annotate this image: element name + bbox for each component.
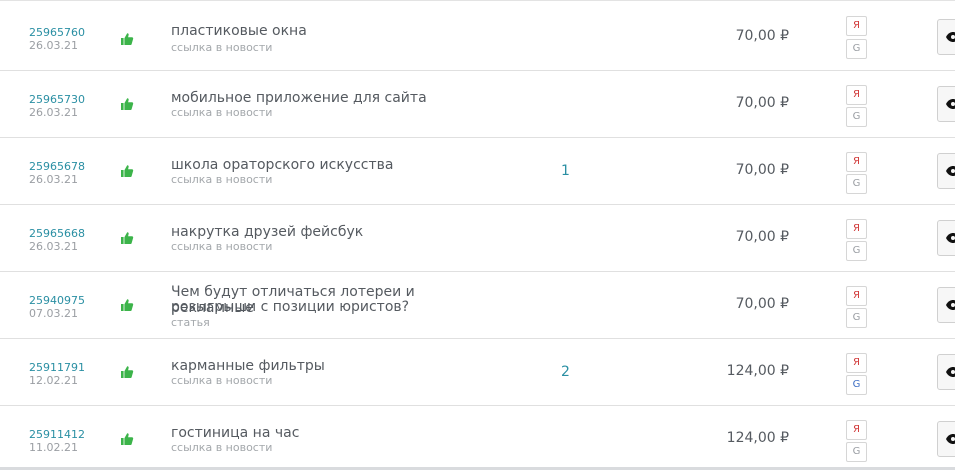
google-index-button[interactable]: G — [846, 241, 867, 261]
order-id-link[interactable]: 25965668 — [29, 227, 85, 240]
thumbs-up-icon — [120, 365, 134, 379]
table-row: 25940975 07.03.21 Чем будут отличаться л… — [0, 272, 955, 339]
view-button[interactable] — [937, 421, 955, 457]
order-date: 11.02.21 — [29, 441, 78, 454]
table-row: 25965730 26.03.21 мобильное приложение д… — [0, 71, 955, 138]
yandex-index-button[interactable]: Я — [846, 152, 867, 172]
order-date: 12.02.21 — [29, 374, 78, 387]
order-price: 70,00 ₽ — [735, 229, 789, 245]
google-index-button[interactable]: G — [846, 375, 867, 395]
order-title: мобильное приложение для сайта — [171, 90, 427, 106]
google-index-button[interactable]: G — [846, 308, 867, 328]
order-type: ссылка в новости — [171, 240, 273, 253]
table-row: 25965760 26.03.21 пластиковые окна ссылк… — [0, 4, 955, 71]
order-type: ссылка в новости — [171, 441, 273, 454]
order-price: 70,00 ₽ — [735, 28, 789, 44]
order-price: 124,00 ₽ — [726, 430, 789, 446]
order-date: 26.03.21 — [29, 240, 78, 253]
eye-icon — [946, 166, 955, 176]
yandex-index-button[interactable]: Я — [846, 286, 867, 306]
eye-icon — [946, 300, 955, 310]
view-button[interactable] — [937, 86, 955, 122]
order-title-line2: розыгрыши с позиции юристов? — [171, 299, 410, 315]
google-index-button[interactable]: G — [846, 442, 867, 462]
eye-icon — [946, 99, 955, 109]
thumbs-up-icon — [120, 298, 134, 312]
view-button[interactable] — [937, 287, 955, 323]
order-price: 70,00 ₽ — [735, 95, 789, 111]
order-id-link[interactable]: 25911791 — [29, 361, 85, 374]
order-type: ссылка в новости — [171, 106, 273, 119]
table-row: 25911412 11.02.21 гостиница на час ссылк… — [0, 406, 955, 470]
order-id-link[interactable]: 25911412 — [29, 428, 85, 441]
order-count-link[interactable]: 2 — [561, 364, 570, 380]
order-title: накрутка друзей фейсбук — [171, 224, 364, 240]
order-id-link[interactable]: 25940975 — [29, 294, 85, 307]
order-title: гостиница на час — [171, 425, 300, 441]
order-title: школа ораторского искусства — [171, 157, 394, 173]
order-price: 124,00 ₽ — [726, 363, 789, 379]
order-price: 70,00 ₽ — [735, 162, 789, 178]
google-index-button[interactable]: G — [846, 39, 867, 59]
google-index-button[interactable]: G — [846, 174, 867, 194]
order-type: ссылка в новости — [171, 374, 273, 387]
eye-icon — [946, 32, 955, 42]
view-button[interactable] — [937, 354, 955, 390]
view-button[interactable] — [937, 19, 955, 55]
order-date: 26.03.21 — [29, 173, 78, 186]
order-id-link[interactable]: 25965760 — [29, 26, 85, 39]
thumbs-up-icon — [120, 97, 134, 111]
eye-icon — [946, 233, 955, 243]
order-date: 26.03.21 — [29, 39, 78, 52]
eye-icon — [946, 434, 955, 444]
order-date: 26.03.21 — [29, 106, 78, 119]
view-button[interactable] — [937, 153, 955, 189]
thumbs-up-icon — [120, 32, 134, 46]
yandex-index-button[interactable]: Я — [846, 85, 867, 105]
order-type: ссылка в новости — [171, 41, 273, 54]
yandex-index-button[interactable]: Я — [846, 219, 867, 239]
yandex-index-button[interactable]: Я — [846, 353, 867, 373]
order-id-link[interactable]: 25965678 — [29, 160, 85, 173]
google-index-button[interactable]: G — [846, 107, 867, 127]
order-id-link[interactable]: 25965730 — [29, 93, 85, 106]
table-row: 25911791 12.02.21 карманные фильтры ссыл… — [0, 339, 955, 406]
yandex-index-button[interactable]: Я — [846, 16, 867, 36]
order-price: 70,00 ₽ — [735, 296, 789, 312]
order-type: ссылка в новости — [171, 173, 273, 186]
order-type: статья — [171, 316, 210, 329]
order-title: пластиковые окна — [171, 23, 307, 39]
thumbs-up-icon — [120, 231, 134, 245]
order-count-link[interactable]: 1 — [561, 163, 570, 179]
order-title: карманные фильтры — [171, 358, 325, 374]
orders-table: 25965760 26.03.21 пластиковые окна ссылк… — [0, 0, 955, 473]
eye-icon — [946, 367, 955, 377]
thumbs-up-icon — [120, 164, 134, 178]
order-date: 07.03.21 — [29, 307, 78, 320]
table-row: 25965678 26.03.21 школа ораторского иску… — [0, 138, 955, 205]
view-button[interactable] — [937, 220, 955, 256]
yandex-index-button[interactable]: Я — [846, 420, 867, 440]
table-row: 25965668 26.03.21 накрутка друзей фейсбу… — [0, 205, 955, 272]
thumbs-up-icon — [120, 432, 134, 446]
